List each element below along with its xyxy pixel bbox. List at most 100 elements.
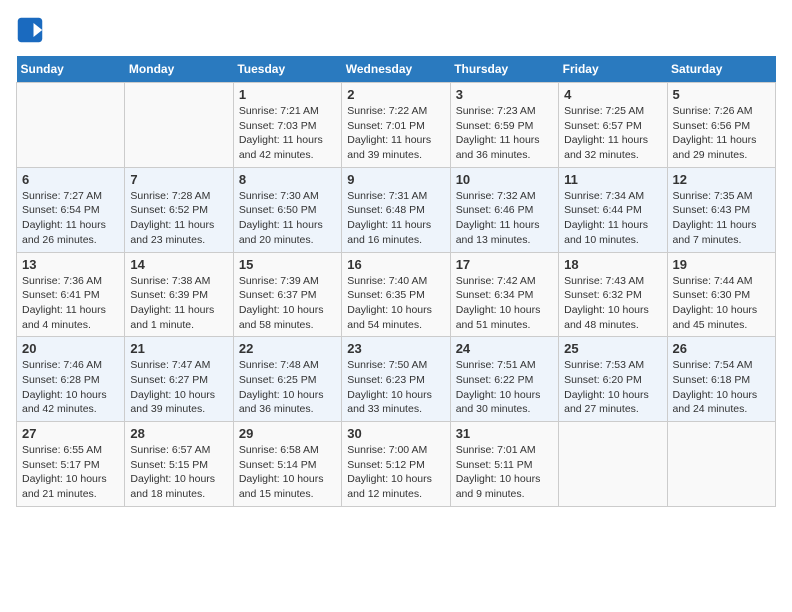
day-info: Sunrise: 7:21 AMSunset: 7:03 PMDaylight:… xyxy=(239,104,336,163)
day-number: 25 xyxy=(564,341,661,356)
calendar-cell: 16Sunrise: 7:40 AMSunset: 6:35 PMDayligh… xyxy=(342,252,450,337)
weekday-header: Saturday xyxy=(667,56,775,83)
calendar-cell: 29 Sunrise: 6:58 AMSunset: 5:14 PMDayligh… xyxy=(233,422,341,507)
calendar-week-row: 20 Sunrise: 7:46 AMSunset: 6:28 PMDayligh… xyxy=(17,337,776,422)
calendar-cell: 30 Sunrise: 7:00 AMSunset: 5:12 PMDayligh… xyxy=(342,422,450,507)
calendar-cell: 24 Sunrise: 7:51 AMSunset: 6:22 PMDayligh… xyxy=(450,337,558,422)
logo-icon xyxy=(16,16,44,44)
calendar-cell: 7 Sunrise: 7:28 AMSunset: 6:52 PMDaylight… xyxy=(125,167,233,252)
day-number: 3 xyxy=(456,87,553,102)
calendar-cell: 5 Sunrise: 7:26 AMSunset: 6:56 PMDaylight… xyxy=(667,83,775,168)
day-number: 13 xyxy=(22,257,119,272)
calendar-cell: 12Sunrise: 7:35 AMSunset: 6:43 PMDayligh… xyxy=(667,167,775,252)
calendar-cell: 18 Sunrise: 7:43 AMSunset: 6:32 PMDayligh… xyxy=(559,252,667,337)
day-number: 19 xyxy=(673,257,770,272)
calendar-cell: 2 Sunrise: 7:22 AMSunset: 7:01 PMDaylight… xyxy=(342,83,450,168)
day-number: 12 xyxy=(673,172,770,187)
calendar-cell: 13 Sunrise: 7:36 AMSunset: 6:41 PMDayligh… xyxy=(17,252,125,337)
calendar-cell: 1 Sunrise: 7:21 AMSunset: 7:03 PMDaylight… xyxy=(233,83,341,168)
day-number: 29 xyxy=(239,426,336,441)
day-info: Sunrise: 7:43 AMSunset: 6:32 PMDaylight:… xyxy=(564,274,661,333)
calendar-cell xyxy=(125,83,233,168)
day-info: Sunrise: 7:30 AMSunset: 6:50 PMDaylight:… xyxy=(239,189,336,248)
calendar-cell: 20 Sunrise: 7:46 AMSunset: 6:28 PMDayligh… xyxy=(17,337,125,422)
day-info: Sunrise: 7:36 AMSunset: 6:41 PMDaylight:… xyxy=(22,274,119,333)
day-number: 7 xyxy=(130,172,227,187)
day-info: Sunrise: 7:26 AMSunset: 6:56 PMDaylight:… xyxy=(673,104,770,163)
day-info: Sunrise: 7:39 AMSunset: 6:37 PMDaylight:… xyxy=(239,274,336,333)
day-info: Sunrise: 7:51 AMSunset: 6:22 PMDaylight:… xyxy=(456,358,553,417)
day-number: 5 xyxy=(673,87,770,102)
calendar-cell: 10 Sunrise: 7:32 AMSunset: 6:46 PMDayligh… xyxy=(450,167,558,252)
calendar-cell: 6Sunrise: 7:27 AMSunset: 6:54 PMDaylight… xyxy=(17,167,125,252)
day-info: Sunrise: 7:46 AMSunset: 6:28 PMDaylight:… xyxy=(22,358,119,417)
calendar-cell: 19 Sunrise: 7:44 AMSunset: 6:30 PMDayligh… xyxy=(667,252,775,337)
day-info: Sunrise: 7:28 AMSunset: 6:52 PMDaylight:… xyxy=(130,189,227,248)
day-number: 10 xyxy=(456,172,553,187)
calendar-cell: 31 Sunrise: 7:01 AMSunset: 5:11 PMDayligh… xyxy=(450,422,558,507)
day-info: Sunrise: 7:34 AMSunset: 6:44 PMDaylight:… xyxy=(564,189,661,248)
calendar-cell: 21 Sunrise: 7:47 AMSunset: 6:27 PMDayligh… xyxy=(125,337,233,422)
weekday-header: Wednesday xyxy=(342,56,450,83)
day-info: Sunrise: 7:38 AMSunset: 6:39 PMDaylight:… xyxy=(130,274,227,333)
day-number: 20 xyxy=(22,341,119,356)
calendar-cell: 11Sunrise: 7:34 AMSunset: 6:44 PMDayligh… xyxy=(559,167,667,252)
day-info: Sunrise: 7:47 AMSunset: 6:27 PMDaylight:… xyxy=(130,358,227,417)
calendar-cell: 26 Sunrise: 7:54 AMSunset: 6:18 PMDayligh… xyxy=(667,337,775,422)
weekday-header: Friday xyxy=(559,56,667,83)
day-number: 31 xyxy=(456,426,553,441)
page-header xyxy=(16,16,776,44)
day-number: 28 xyxy=(130,426,227,441)
day-info: Sunrise: 7:32 AMSunset: 6:46 PMDaylight:… xyxy=(456,189,553,248)
calendar-cell: 8 Sunrise: 7:30 AMSunset: 6:50 PMDaylight… xyxy=(233,167,341,252)
day-number: 21 xyxy=(130,341,227,356)
weekday-header: Tuesday xyxy=(233,56,341,83)
calendar-cell: 9 Sunrise: 7:31 AMSunset: 6:48 PMDaylight… xyxy=(342,167,450,252)
calendar-table: SundayMondayTuesdayWednesdayThursdayFrid… xyxy=(16,56,776,507)
weekday-header: Sunday xyxy=(17,56,125,83)
calendar-cell: 15Sunrise: 7:39 AMSunset: 6:37 PMDayligh… xyxy=(233,252,341,337)
day-info: Sunrise: 7:53 AMSunset: 6:20 PMDaylight:… xyxy=(564,358,661,417)
day-number: 26 xyxy=(673,341,770,356)
calendar-cell: 3 Sunrise: 7:23 AMSunset: 6:59 PMDaylight… xyxy=(450,83,558,168)
day-number: 18 xyxy=(564,257,661,272)
day-info: Sunrise: 7:01 AMSunset: 5:11 PMDaylight:… xyxy=(456,443,553,502)
calendar-cell: 17 Sunrise: 7:42 AMSunset: 6:34 PMDayligh… xyxy=(450,252,558,337)
day-number: 24 xyxy=(456,341,553,356)
logo xyxy=(16,16,48,44)
day-number: 8 xyxy=(239,172,336,187)
day-number: 2 xyxy=(347,87,444,102)
calendar-cell xyxy=(667,422,775,507)
day-info: Sunrise: 7:23 AMSunset: 6:59 PMDaylight:… xyxy=(456,104,553,163)
day-info: Sunrise: 6:58 AMSunset: 5:14 PMDaylight:… xyxy=(239,443,336,502)
day-info: Sunrise: 7:22 AMSunset: 7:01 PMDaylight:… xyxy=(347,104,444,163)
day-number: 17 xyxy=(456,257,553,272)
day-number: 22 xyxy=(239,341,336,356)
calendar-cell: 4Sunrise: 7:25 AMSunset: 6:57 PMDaylight… xyxy=(559,83,667,168)
day-info: Sunrise: 7:31 AMSunset: 6:48 PMDaylight:… xyxy=(347,189,444,248)
day-number: 30 xyxy=(347,426,444,441)
day-number: 1 xyxy=(239,87,336,102)
calendar-week-row: 6Sunrise: 7:27 AMSunset: 6:54 PMDaylight… xyxy=(17,167,776,252)
calendar-cell: 27 Sunrise: 6:55 AMSunset: 5:17 PMDayligh… xyxy=(17,422,125,507)
day-info: Sunrise: 7:44 AMSunset: 6:30 PMDaylight:… xyxy=(673,274,770,333)
day-number: 9 xyxy=(347,172,444,187)
calendar-week-row: 1 Sunrise: 7:21 AMSunset: 7:03 PMDaylight… xyxy=(17,83,776,168)
day-number: 6 xyxy=(22,172,119,187)
day-number: 27 xyxy=(22,426,119,441)
day-info: Sunrise: 7:50 AMSunset: 6:23 PMDaylight:… xyxy=(347,358,444,417)
calendar-cell: 28Sunrise: 6:57 AMSunset: 5:15 PMDayligh… xyxy=(125,422,233,507)
calendar-cell: 25 Sunrise: 7:53 AMSunset: 6:20 PMDayligh… xyxy=(559,337,667,422)
day-number: 4 xyxy=(564,87,661,102)
calendar-cell: 22 Sunrise: 7:48 AMSunset: 6:25 PMDayligh… xyxy=(233,337,341,422)
calendar-cell xyxy=(559,422,667,507)
day-info: Sunrise: 7:42 AMSunset: 6:34 PMDaylight:… xyxy=(456,274,553,333)
day-info: Sunrise: 7:54 AMSunset: 6:18 PMDaylight:… xyxy=(673,358,770,417)
day-info: Sunrise: 7:40 AMSunset: 6:35 PMDaylight:… xyxy=(347,274,444,333)
day-info: Sunrise: 6:55 AMSunset: 5:17 PMDaylight:… xyxy=(22,443,119,502)
day-info: Sunrise: 7:00 AMSunset: 5:12 PMDaylight:… xyxy=(347,443,444,502)
weekday-header: Thursday xyxy=(450,56,558,83)
day-info: Sunrise: 7:48 AMSunset: 6:25 PMDaylight:… xyxy=(239,358,336,417)
calendar-week-row: 13 Sunrise: 7:36 AMSunset: 6:41 PMDayligh… xyxy=(17,252,776,337)
calendar-week-row: 27 Sunrise: 6:55 AMSunset: 5:17 PMDayligh… xyxy=(17,422,776,507)
